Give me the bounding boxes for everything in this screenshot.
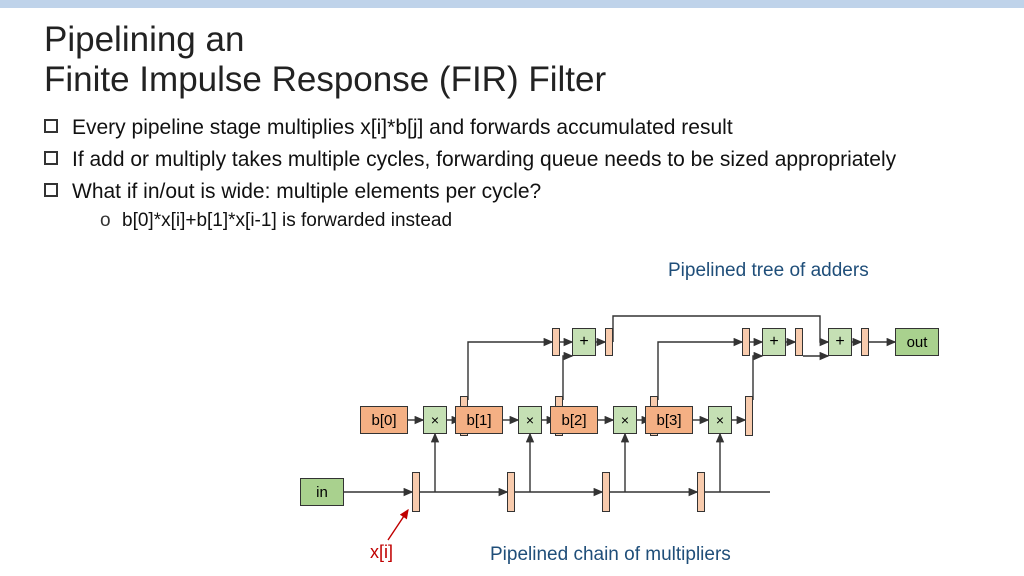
bullet-2: If add or multiply takes multiple cycles… [44,147,980,173]
bullet-1: Every pipeline stage multiplies x[i]*b[j… [44,115,980,141]
multiplier: × [613,406,637,434]
sub-bullet-list: b[0]*x[i]+b[1]*x[i-1] is forwarded inste… [72,209,980,233]
coef-b3: b[3] [645,406,693,434]
coef-b2: b[2] [550,406,598,434]
coef-b0: b[0] [360,406,408,434]
pipeline-register [861,328,869,356]
adder: + [762,328,786,356]
coef-b1: b[1] [455,406,503,434]
pipeline-register [795,328,803,356]
pipeline-register [552,328,560,356]
title-line-1: Pipelining an [44,20,244,59]
title-line-2: Finite Impulse Response (FIR) Filter [44,60,606,99]
pipeline-register [412,472,420,512]
multiplier: × [423,406,447,434]
adder: + [572,328,596,356]
annotation-adders: Pipelined tree of adders [668,260,869,282]
pipeline-register [507,472,515,512]
bullet-3-text: What if in/out is wide: multiple element… [72,180,541,203]
pipeline-register [697,472,705,512]
slide-content: Pipelining an Finite Impulse Response (F… [0,8,1024,233]
out-port: out [895,328,939,356]
multiplier: × [518,406,542,434]
pipeline-register [742,328,750,356]
in-port: in [300,478,344,506]
adder: + [828,328,852,356]
pipeline-register [602,472,610,512]
pipeline-register [605,328,613,356]
top-accent-bar [0,0,1024,8]
bullet-list: Every pipeline stage multiplies x[i]*b[j… [44,115,980,234]
fir-diagram: in b[0] × b[1] × b[2] × b[3] × + + + out [300,300,1000,560]
sub-bullet-1: b[0]*x[i]+b[1]*x[i-1] is forwarded inste… [72,209,980,233]
slide-title: Pipelining an Finite Impulse Response (F… [44,20,980,101]
multiplier: × [708,406,732,434]
bullet-3: What if in/out is wide: multiple element… [44,179,980,233]
pipeline-register [745,396,753,436]
